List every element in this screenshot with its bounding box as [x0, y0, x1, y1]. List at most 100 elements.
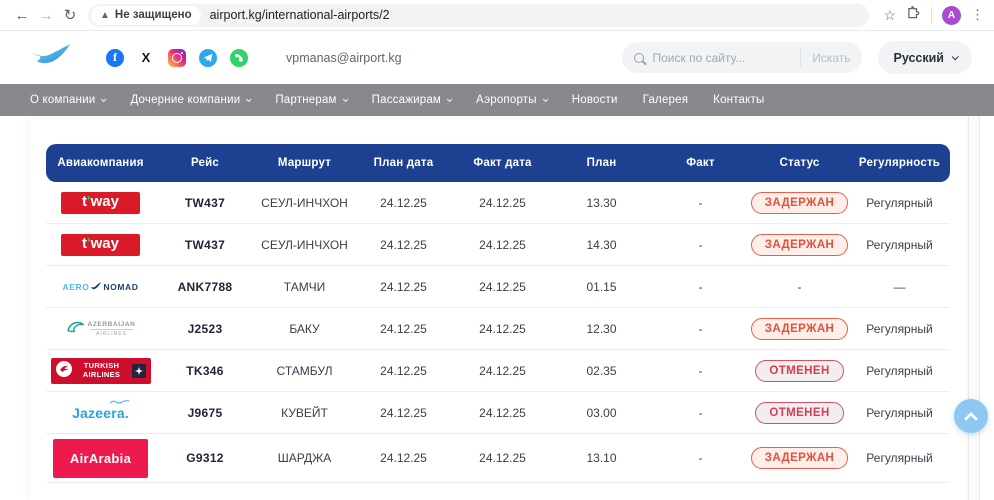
url-text[interactable]: airport.kg/international-airports/2: [210, 8, 390, 22]
search-icon: [634, 53, 644, 63]
fact-date: 24.12.25: [453, 280, 552, 294]
col-airline: Авиакомпания: [46, 157, 155, 169]
fact-time: -: [651, 364, 750, 378]
plan-time: 03.00: [552, 406, 651, 420]
plan-time: 14.30: [552, 238, 651, 252]
site-search: Искать: [622, 42, 862, 73]
plan-date: 24.12.25: [354, 406, 453, 420]
route: БАКУ: [255, 322, 354, 336]
chevron-down-icon: [246, 96, 252, 102]
table-row: AERONOMAD ANK7788 ТАМЧИ 24.12.25 24.12.2…: [46, 266, 950, 308]
main-navigation: О компании Дочерние компании Партнерам П…: [0, 84, 994, 116]
nav-item-subsidiaries[interactable]: Дочерние компании: [130, 94, 250, 106]
airline-logo-turkish: TURKISHAIRLINES: [46, 358, 155, 384]
airport-logo[interactable]: [30, 42, 72, 74]
chevron-down-icon: [101, 96, 107, 102]
col-regularity: Регулярность: [849, 157, 950, 169]
table-row: t'way TW437 СЕУЛ-ИНЧХОН 24.12.25 24.12.2…: [46, 182, 950, 224]
profile-avatar[interactable]: A: [942, 6, 961, 25]
chevron-down-icon: [447, 96, 453, 102]
col-plan-date: План дата: [354, 157, 453, 169]
plan-date: 24.12.25: [354, 280, 453, 294]
fact-date: 24.12.25: [453, 322, 552, 336]
search-input[interactable]: [652, 51, 792, 65]
bird-icon: [90, 281, 102, 293]
telegram-icon[interactable]: [199, 49, 217, 67]
nav-item-contacts[interactable]: Контакты: [713, 94, 764, 106]
regularity: Регулярный: [849, 196, 950, 210]
fact-time: -: [651, 322, 750, 336]
extensions-icon[interactable]: [906, 5, 921, 25]
security-chip[interactable]: ▲ Не защищено: [91, 6, 201, 25]
nav-item-about[interactable]: О компании: [30, 94, 105, 106]
search-button[interactable]: Искать: [801, 51, 850, 65]
plan-date: 24.12.25: [354, 364, 453, 378]
col-flight: Рейс: [155, 157, 255, 169]
table-header: Авиакомпания Рейс Маршрут План дата Факт…: [46, 144, 950, 182]
plan-date: 24.12.25: [354, 238, 453, 252]
fact-time: -: [651, 238, 750, 252]
nav-item-gallery[interactable]: Галерея: [643, 94, 689, 106]
nav-item-airports[interactable]: Аэропорты: [476, 94, 547, 106]
page-scrollbar[interactable]: [968, 116, 980, 500]
forward-icon[interactable]: →: [34, 7, 58, 24]
x-icon[interactable]: X: [137, 49, 155, 67]
route: СЕУЛ-ИНЧХОН: [255, 238, 354, 252]
col-fact: Факт: [651, 157, 750, 169]
instagram-icon[interactable]: [168, 49, 186, 67]
address-bar[interactable]: ▲ Не защищено airport.kg/international-a…: [88, 4, 869, 27]
chevron-down-icon: [543, 96, 549, 102]
airline-logo-azerbaijan: AZERBAIJANAIRLINES: [46, 320, 155, 337]
regularity: Регулярный: [849, 322, 950, 336]
back-icon[interactable]: ←: [10, 7, 34, 24]
whatsapp-icon[interactable]: [230, 49, 248, 67]
flight-number: J2523: [155, 322, 255, 336]
status-text: -: [750, 280, 849, 294]
language-selector[interactable]: Русский: [878, 41, 972, 74]
fact-date: 24.12.25: [453, 196, 552, 210]
turkish-bird-icon: [56, 361, 72, 380]
regularity: Регулярный: [849, 406, 950, 420]
arabic-script-icon: [109, 399, 131, 405]
route: ТАМЧИ: [255, 280, 354, 294]
nav-item-partners[interactable]: Партнерам: [275, 94, 346, 106]
fact-date: 24.12.25: [453, 406, 552, 420]
col-route: Маршрут: [255, 157, 354, 169]
scroll-to-top-button[interactable]: [954, 399, 988, 433]
contact-email[interactable]: vpmanas@airport.kg: [286, 51, 402, 65]
route: СТАМБУЛ: [255, 364, 354, 378]
reload-icon[interactable]: ↻: [58, 6, 82, 24]
flight-number: TW437: [155, 238, 255, 252]
chevron-down-icon: [343, 96, 349, 102]
table-row: AZERBAIJANAIRLINES J2523 БАКУ 24.12.25 2…: [46, 308, 950, 350]
toolbar-divider: [931, 7, 932, 23]
fact-date: 24.12.25: [453, 364, 552, 378]
regularity: Регулярный: [849, 451, 950, 465]
security-label: Не защищено: [115, 9, 192, 21]
star-emblem-icon: [132, 364, 146, 378]
table-row: t'way TW437 СЕУЛ-ИНЧХОН 24.12.25 24.12.2…: [46, 224, 950, 266]
flight-number: TW437: [155, 196, 255, 210]
status-badge: ЗАДЕРЖАН: [751, 192, 849, 214]
status-badge: ЗАДЕРЖАН: [751, 447, 849, 469]
airline-logo-jazeera: Jazeera.: [46, 405, 155, 421]
fact-date: 24.12.25: [453, 238, 552, 252]
social-links: f X: [106, 49, 248, 67]
table-row: Jazeera. J9675 КУВЕЙТ 24.12.25 24.12.25 …: [46, 392, 950, 434]
airline-logo-tway: t'way: [46, 234, 155, 256]
page-content: Авиакомпания Рейс Маршрут План дата Факт…: [0, 116, 994, 500]
route: КУВЕЙТ: [255, 406, 354, 420]
flight-number: G9312: [155, 451, 255, 465]
regularity: Регулярный: [849, 238, 950, 252]
menu-dots-icon[interactable]: ⋮: [971, 7, 984, 23]
nav-item-passengers[interactable]: Пассажирам: [372, 94, 451, 106]
col-plan: План: [552, 157, 651, 169]
fact-time: -: [651, 280, 750, 294]
flights-card: Авиакомпания Рейс Маршрут План дата Факт…: [30, 120, 966, 500]
plan-date: 24.12.25: [354, 196, 453, 210]
facebook-icon[interactable]: f: [106, 49, 124, 67]
bookmark-star-icon[interactable]: ☆: [883, 7, 896, 24]
plan-time: 01.15: [552, 280, 651, 294]
table-row: AirArabia G9312 ШАРДЖА 24.12.25 24.12.25…: [46, 434, 950, 483]
nav-item-news[interactable]: Новости: [572, 94, 618, 106]
